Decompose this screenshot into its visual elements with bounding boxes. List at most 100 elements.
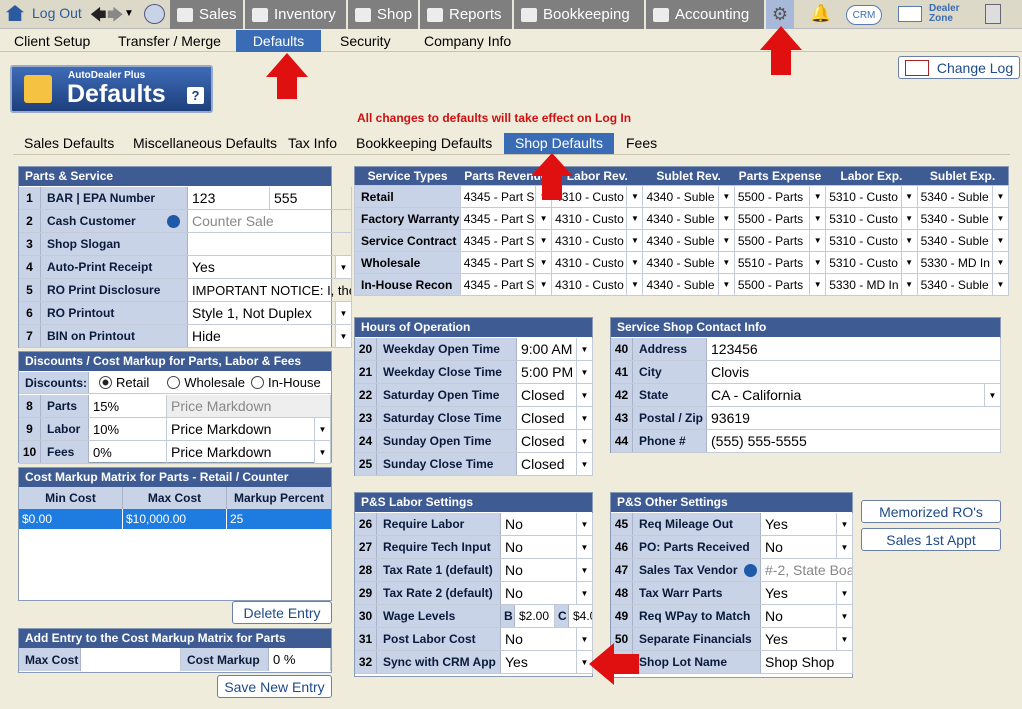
dropdown-arrow-icon[interactable]: ▼ <box>717 186 734 207</box>
dropdown-arrow-icon[interactable]: ▼ <box>335 302 351 324</box>
dropdown-arrow-icon[interactable]: ▼ <box>626 208 642 229</box>
forward-icon[interactable]: 🡆 <box>107 4 124 31</box>
svc-account-select[interactable]: 5330 - MD In ▼ <box>825 273 918 296</box>
discount-value-input[interactable]: 0% <box>89 441 167 463</box>
row-value[interactable]: Counter Sale <box>188 210 352 232</box>
row-value-input[interactable]: 123 <box>188 187 270 209</box>
row-value[interactable]: No ▼ <box>501 513 593 535</box>
dropdown-arrow-icon[interactable]: ▼ <box>809 274 825 295</box>
dropdown-arrow-icon[interactable]: ▼ <box>900 274 917 295</box>
svc-account-select[interactable]: 5330 - MD In ▼ <box>916 251 1010 274</box>
svc-account-select[interactable]: 5500 - Parts ▼ <box>733 273 827 296</box>
discount-value-input[interactable]: 10% <box>89 418 167 440</box>
tab-sales[interactable]: Sales <box>170 0 245 29</box>
tab-bookkeeping-defaults[interactable]: Bookkeeping Defaults <box>345 133 503 154</box>
row-value[interactable]: CA - California ▼ <box>707 384 1001 406</box>
svc-account-select[interactable]: 4310 - Custo ▼ <box>551 207 644 230</box>
dropdown-arrow-icon[interactable]: ▼ <box>717 208 734 229</box>
svc-account-select[interactable]: 4345 - Part S▼ <box>459 229 553 252</box>
svc-account-select[interactable]: 5340 - Suble ▼ <box>916 273 1010 296</box>
dropdown-arrow-icon[interactable]: ▼ <box>576 559 592 581</box>
dropdown-arrow-icon[interactable]: ▼ <box>314 441 330 463</box>
radio-wholesale[interactable] <box>167 376 181 389</box>
dropdown-arrow-icon[interactable]: ▼ <box>809 208 825 229</box>
row-value[interactable]: 5:00 PM ▼ <box>517 361 593 383</box>
dropdown-arrow-icon[interactable]: ▼ <box>992 230 1008 251</box>
svc-account-select[interactable]: 5340 - Suble ▼ <box>916 229 1010 252</box>
svc-account-select[interactable]: 5310 - Custo ▼ <box>825 207 918 230</box>
dropdown-arrow-icon[interactable]: ▼ <box>335 256 351 278</box>
row-value[interactable]: No ▼ <box>501 559 593 581</box>
memorized-ros-button[interactable]: Memorized RO's <box>861 500 1001 523</box>
svc-account-select[interactable]: 4345 - Part S▼ <box>459 185 553 208</box>
dropdown-arrow-icon[interactable]: ▼ <box>992 274 1008 295</box>
dropdown-arrow-icon[interactable]: ▼ <box>809 252 825 273</box>
calculator-icon[interactable] <box>985 4 1001 24</box>
dropdown-arrow-icon[interactable]: ▼ <box>809 186 825 207</box>
dropdown-arrow-icon[interactable]: ▼ <box>335 325 351 347</box>
svc-account-select[interactable]: 5500 - Parts ▼ <box>733 207 827 230</box>
dropdown-arrow-icon[interactable]: ▼ <box>576 407 592 429</box>
row-value[interactable]: No ▼ <box>761 605 853 627</box>
svc-account-select[interactable]: 4340 - Suble ▼ <box>642 207 735 230</box>
dropdown-arrow-icon[interactable]: ▼ <box>535 252 551 273</box>
row-value[interactable]: Closed ▼ <box>517 453 593 475</box>
row-value[interactable]: Shop Shop <box>761 651 853 673</box>
tab-reports[interactable]: Reports <box>420 0 514 29</box>
discount-mode-select[interactable]: Price Markdown ▼ <box>167 441 331 463</box>
row-value[interactable]: No ▼ <box>501 536 593 558</box>
svc-account-select[interactable]: 5500 - Parts ▼ <box>733 185 827 208</box>
svc-account-select[interactable]: 4340 - Suble ▼ <box>642 185 735 208</box>
subnav-security[interactable]: Security <box>328 30 403 52</box>
tab-fees[interactable]: Fees <box>615 133 668 154</box>
row-value[interactable]: (555) 555-5555 <box>707 430 1001 452</box>
dropdown-arrow-icon[interactable]: ▼ <box>576 430 592 452</box>
row-value[interactable]: 9:00 AM ▼ <box>517 338 593 360</box>
dropdown-arrow-icon[interactable]: ▼ <box>836 628 852 650</box>
row-value-input-2[interactable]: 555 <box>270 187 352 209</box>
svc-account-select[interactable]: 5510 - Parts ▼ <box>733 251 827 274</box>
dropdown-arrow-icon[interactable]: ▼ <box>576 384 592 406</box>
row-value[interactable]: IMPORTANT NOTICE: I, the undersigned <box>188 279 352 301</box>
dropdown-arrow-icon[interactable]: ▼ <box>576 582 592 604</box>
matrix-row[interactable]: $0.00 $10,000.00 25 <box>19 509 331 529</box>
dropdown-arrow-icon[interactable]: ▼ <box>535 208 551 229</box>
back-icon[interactable]: 🡄 <box>90 4 107 31</box>
subnav-client-setup[interactable]: Client Setup <box>2 30 102 52</box>
wage-c-input[interactable]: $4.00 <box>569 605 593 627</box>
svc-account-select[interactable]: 4310 - Custo ▼ <box>551 229 644 252</box>
dropdown-arrow-icon[interactable]: ▼ <box>717 230 734 251</box>
tab-accounting[interactable]: Accounting <box>646 0 766 29</box>
dropdown-arrow-icon[interactable]: ▼ <box>717 252 734 273</box>
dropdown-arrow-icon[interactable]: ▼ <box>836 513 852 535</box>
svc-account-select[interactable]: 4340 - Suble ▼ <box>642 273 735 296</box>
dropdown-arrow-icon[interactable]: ▼ <box>626 186 642 207</box>
sales-1st-appt-button[interactable]: Sales 1st Appt <box>861 528 1001 551</box>
svc-account-select[interactable]: 4345 - Part S▼ <box>459 273 553 296</box>
subnav-transfer-merge[interactable]: Transfer / Merge <box>106 30 233 52</box>
logout-link[interactable]: Log Out <box>32 5 82 21</box>
row-value[interactable]: Yes ▼ <box>188 256 352 278</box>
row-value[interactable]: Style 1, Not Duplex ▼ <box>188 302 352 324</box>
row-value[interactable]: Closed ▼ <box>517 430 593 452</box>
svc-account-select[interactable]: 4340 - Suble ▼ <box>642 229 735 252</box>
cost-markup-input[interactable]: 0 % <box>269 648 331 671</box>
dropdown-arrow-icon[interactable]: ▼ <box>992 186 1008 207</box>
row-value[interactable]: Yes ▼ <box>761 628 853 650</box>
svc-account-select[interactable]: 4310 - Custo ▼ <box>551 185 644 208</box>
dropdown-arrow-icon[interactable]: ▼ <box>900 252 917 273</box>
svc-account-select[interactable]: 5310 - Custo ▼ <box>825 229 918 252</box>
row-value[interactable]: #-2, State Boa <box>761 559 853 581</box>
dropdown-arrow-icon[interactable]: ▼ <box>992 252 1008 273</box>
dropdown-arrow-icon[interactable]: ▼ <box>576 361 592 383</box>
radio-retail[interactable] <box>99 376 112 389</box>
help-icon[interactable]: ? <box>187 87 204 104</box>
change-log-button[interactable]: Change Log <box>898 56 1020 79</box>
row-value[interactable] <box>188 233 352 255</box>
row-value[interactable]: Hide ▼ <box>188 325 352 347</box>
dropdown-arrow-icon[interactable]: ▼ <box>836 536 852 558</box>
dropdown-arrow-icon[interactable]: ▼ <box>836 582 852 604</box>
svc-account-select[interactable]: 4310 - Custo ▼ <box>551 273 644 296</box>
dropdown-arrow-icon[interactable]: ▼ <box>992 208 1008 229</box>
dropdown-arrow-icon[interactable]: ▼ <box>717 274 734 295</box>
